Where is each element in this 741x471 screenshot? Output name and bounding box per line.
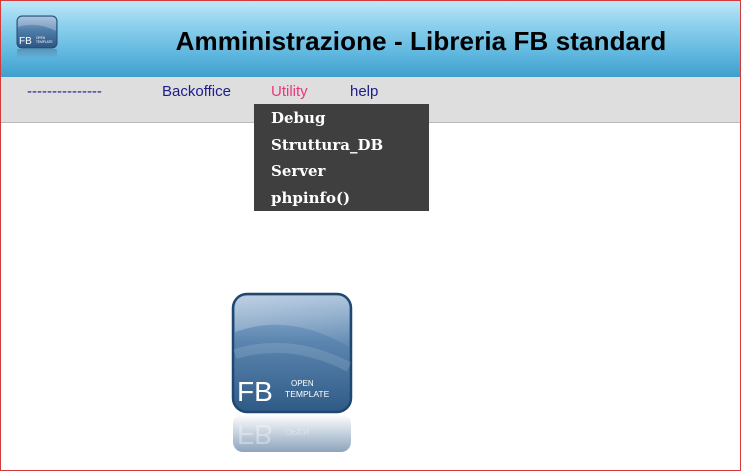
menu-item-backoffice[interactable]: Backoffice: [162, 83, 231, 100]
page-title: Amministrazione - Libreria FB standard: [175, 26, 667, 56]
logo-brand: FB: [237, 376, 273, 407]
logo-tagline-bottom: TEMPLATE: [285, 389, 330, 399]
header-banner: FB OPEN TEMPLATE Amministrazione - Libre…: [1, 1, 740, 77]
logo-brand-reflection: FB: [237, 419, 273, 450]
fb-open-template-logo-small[interactable]: FB OPEN TEMPLATE: [16, 15, 58, 59]
dropdown-item-struttura-db[interactable]: Struttura_DB: [271, 136, 383, 154]
dropdown-item-debug[interactable]: Debug: [271, 109, 325, 127]
utility-dropdown-menu: Debug Struttura_DB Server phpinfo(): [254, 104, 429, 211]
logo-tagline-top: OPEN: [291, 379, 314, 388]
page-frame: FB OPEN TEMPLATE Amministrazione - Libre…: [0, 0, 741, 471]
logo-small-brand: FB: [19, 36, 32, 47]
menu-item-separator[interactable]: ---------------: [27, 83, 102, 100]
dropdown-item-phpinfo[interactable]: phpinfo(): [271, 189, 350, 207]
dropdown-item-server[interactable]: Server: [271, 162, 325, 180]
logo-small-tagline-bottom: TEMPLATE: [36, 40, 53, 44]
logo-tagline-top-reflection: OPEN: [285, 427, 309, 437]
menu-item-utility[interactable]: Utility: [271, 83, 308, 100]
fb-open-template-logo: FB OPEN TEMPLATE FB OPEN: [231, 292, 353, 452]
menu-item-help[interactable]: help: [350, 83, 378, 100]
